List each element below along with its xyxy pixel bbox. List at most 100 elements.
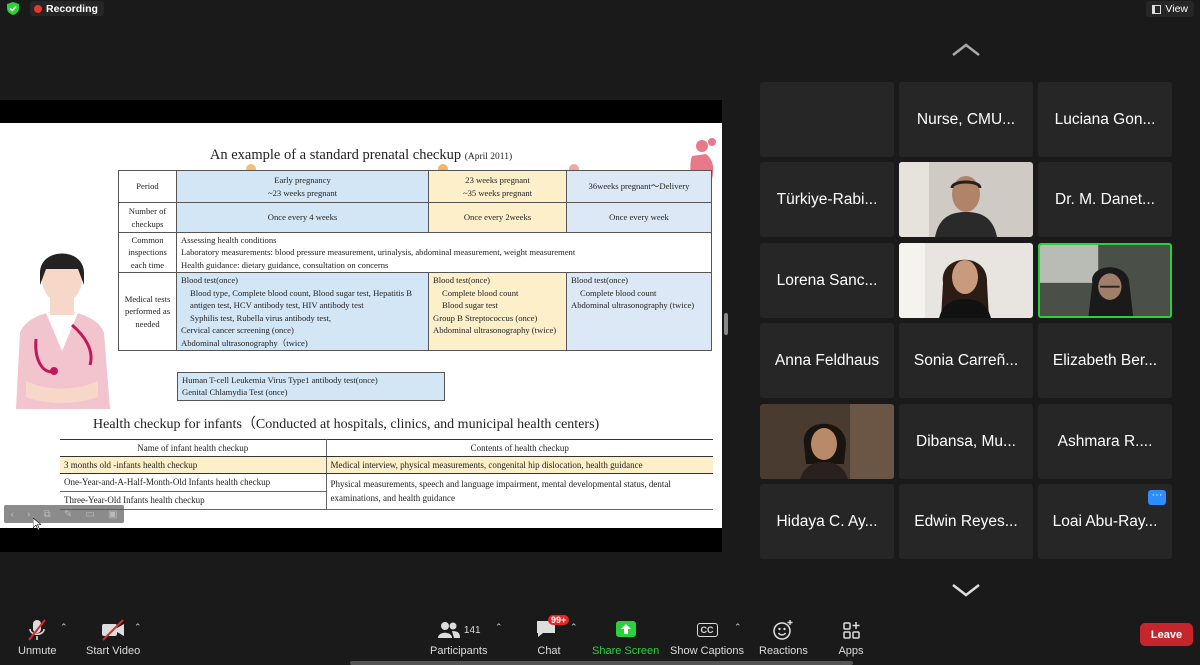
chevron-up-icon[interactable]: [950, 42, 982, 58]
table-cell: Blood test(once) Complete blood count Ab…: [566, 272, 712, 352]
chevron-down-icon[interactable]: [950, 582, 982, 598]
copy-icon[interactable]: ⧉: [44, 509, 51, 520]
participant-tile[interactable]: Sonia Carreñ...: [899, 323, 1033, 398]
table-header: Contents of health checkup: [326, 439, 713, 457]
cell-text: Abdominal ultrasonography (twice): [433, 325, 557, 336]
participant-name: Ashmara R....: [1057, 432, 1153, 450]
table-row: 3 months old -infants health checkup Med…: [60, 456, 713, 474]
captions-options-caret-icon[interactable]: ⌃: [734, 622, 742, 633]
cell-text: Complete blood count: [580, 287, 657, 298]
participant-name: Edwin Reyes...: [914, 512, 1018, 530]
mouse-cursor-icon: [33, 518, 41, 530]
participant-name: Luciana Gon...: [1054, 110, 1156, 128]
share-screen-icon: [615, 621, 636, 637]
table-row: One-Year-and-A-Half-Month-Old Infants he…: [60, 473, 713, 510]
table-cell: Medical tests performed as needed: [118, 272, 177, 352]
participant-name: Sonia Carreñ...: [913, 351, 1019, 369]
slide-title: An example of a standard prenatal checku…: [0, 147, 722, 164]
reactions-button[interactable]: Reactions: [759, 613, 808, 657]
chat-icon-group: 99+: [535, 615, 570, 642]
table-cell: Medical interview, physical measurements…: [326, 456, 713, 474]
share-screen-button[interactable]: Share Screen: [592, 613, 659, 657]
recording-indicator[interactable]: Recording: [30, 1, 104, 16]
participants-button[interactable]: 141 Participants: [430, 613, 487, 657]
table-cell: Blood test(once) Blood type, Complete bl…: [176, 272, 429, 352]
shared-screen[interactable]: An example of a standard prenatal checku…: [0, 100, 722, 552]
participant-tile[interactable]: Anna Feldhaus: [760, 323, 894, 398]
cell-text: 23 weeks pregnant: [465, 175, 530, 186]
view-button[interactable]: View: [1146, 1, 1194, 17]
participant-video-tile[interactable]: [899, 162, 1033, 237]
split-resize-handle[interactable]: [724, 313, 728, 335]
table-row: Number of checkups Once every 4 weeks On…: [118, 202, 712, 233]
participant-tile[interactable]: Dibansa, Mu...: [899, 404, 1033, 479]
cell-text: Early pregnancy: [274, 175, 331, 186]
screen-icon[interactable]: ▣: [108, 509, 117, 520]
show-captions-button[interactable]: CC Show Captions: [670, 613, 744, 657]
table-cell: 3 months old -infants health checkup: [60, 456, 327, 474]
start-video-button[interactable]: Start Video: [86, 613, 140, 657]
cell-text: Complete blood count: [442, 287, 519, 298]
chat-unread-badge: 99+: [548, 615, 570, 625]
participant-tile[interactable]: Loai Abu-Ray... ···: [1038, 484, 1172, 559]
nurse-illustration: [16, 253, 110, 409]
start-video-label: Start Video: [86, 645, 141, 657]
participant-video: [1040, 245, 1170, 316]
cell-text: Health guidance: dietary guidance, consu…: [181, 259, 389, 270]
participants-options-caret-icon[interactable]: ⌃: [495, 622, 503, 633]
participant-tile[interactable]: Dr. M. Danet...: [1038, 162, 1172, 237]
unmute-button[interactable]: Unmute: [18, 613, 57, 657]
security-shield-icon[interactable]: [7, 2, 19, 15]
participants-count: 141: [463, 624, 481, 636]
chat-label: Chat: [537, 645, 561, 657]
participant-tile[interactable]: [760, 82, 894, 157]
participant-tile[interactable]: Lorena Sanc...: [760, 243, 894, 318]
leave-button[interactable]: Leave: [1140, 623, 1193, 646]
participant-tile[interactable]: Elizabeth Ber...: [1038, 323, 1172, 398]
previous-slide-icon[interactable]: ‹: [11, 509, 14, 520]
cell-text: Human T-cell Leukemia Virus Type1 antibo…: [182, 375, 378, 385]
table-cell: Blood test(once) Complete blood count Bl…: [428, 272, 567, 352]
participants-icon: [437, 622, 460, 638]
slide-title-text: An example of a standard prenatal checku…: [209, 147, 462, 163]
additional-tests-box: Human T-cell Leukemia Virus Type1 antibo…: [177, 372, 445, 401]
horizontal-scrollbar[interactable]: [350, 661, 853, 665]
cell-text: Group B Streptococcus (once): [433, 312, 538, 323]
chat-options-caret-icon[interactable]: ⌃: [570, 622, 578, 633]
recording-label: Recording: [46, 2, 98, 15]
participant-video-tile[interactable]: [899, 243, 1033, 318]
participant-tile[interactable]: Edwin Reyes...: [899, 484, 1033, 559]
video-options-caret-icon[interactable]: ⌃: [134, 622, 142, 633]
cell-text: ~23 weeks pregnant: [267, 187, 338, 198]
table-row: Common inspections each time Assessing h…: [118, 231, 712, 274]
participant-tile[interactable]: Ashmara R....: [1038, 404, 1172, 479]
participant-name: Anna Feldhaus: [774, 351, 880, 369]
pen-icon[interactable]: ✎: [64, 509, 72, 520]
participant-name: Elizabeth Ber...: [1052, 351, 1158, 369]
table-cell: 23 weeks pregnant ~35 weeks pregnant: [428, 170, 567, 203]
cell-text: Abdominal ultrasonography (twice): [571, 300, 695, 311]
participant-name: Türkiye-Rabi...: [776, 190, 878, 208]
participant-name: Nurse, CMU...: [916, 110, 1016, 128]
chat-button[interactable]: 99+ Chat: [535, 613, 570, 657]
participant-tile[interactable]: Luciana Gon...: [1038, 82, 1172, 157]
participant-name: Dr. M. Danet...: [1055, 190, 1155, 208]
participant-video-tile[interactable]: [760, 404, 894, 479]
apps-button[interactable]: Apps: [837, 613, 865, 657]
participant-name: Lorena Sanc...: [776, 271, 878, 289]
table-cell: 36weeks pregnant～Delivery: [566, 170, 712, 203]
table-cell: Early pregnancy ~23 weeks pregnant: [176, 170, 429, 203]
audio-options-caret-icon[interactable]: ⌃: [60, 622, 68, 633]
participant-tile[interactable]: Nurse, CMU...: [899, 82, 1033, 157]
active-speaker-video-tile[interactable]: [1038, 243, 1172, 318]
slide-navigation-bar: ‹ › ⧉ ✎ ▭ ▣: [4, 505, 124, 523]
table-row: Period Early pregnancy ~23 weeks pregnan…: [118, 170, 712, 203]
next-slide-icon[interactable]: ›: [27, 509, 30, 520]
participant-name: Hidaya C. Ay...: [776, 512, 878, 530]
participant-tile[interactable]: Hidaya C. Ay...: [760, 484, 894, 559]
participant-tile[interactable]: Türkiye-Rabi...: [760, 162, 894, 237]
more-options-icon[interactable]: ···: [1148, 490, 1166, 505]
recording-dot-icon: [34, 4, 42, 13]
table-cell: Physical measurements, speech and langua…: [326, 473, 713, 510]
comment-icon[interactable]: ▭: [85, 509, 94, 520]
